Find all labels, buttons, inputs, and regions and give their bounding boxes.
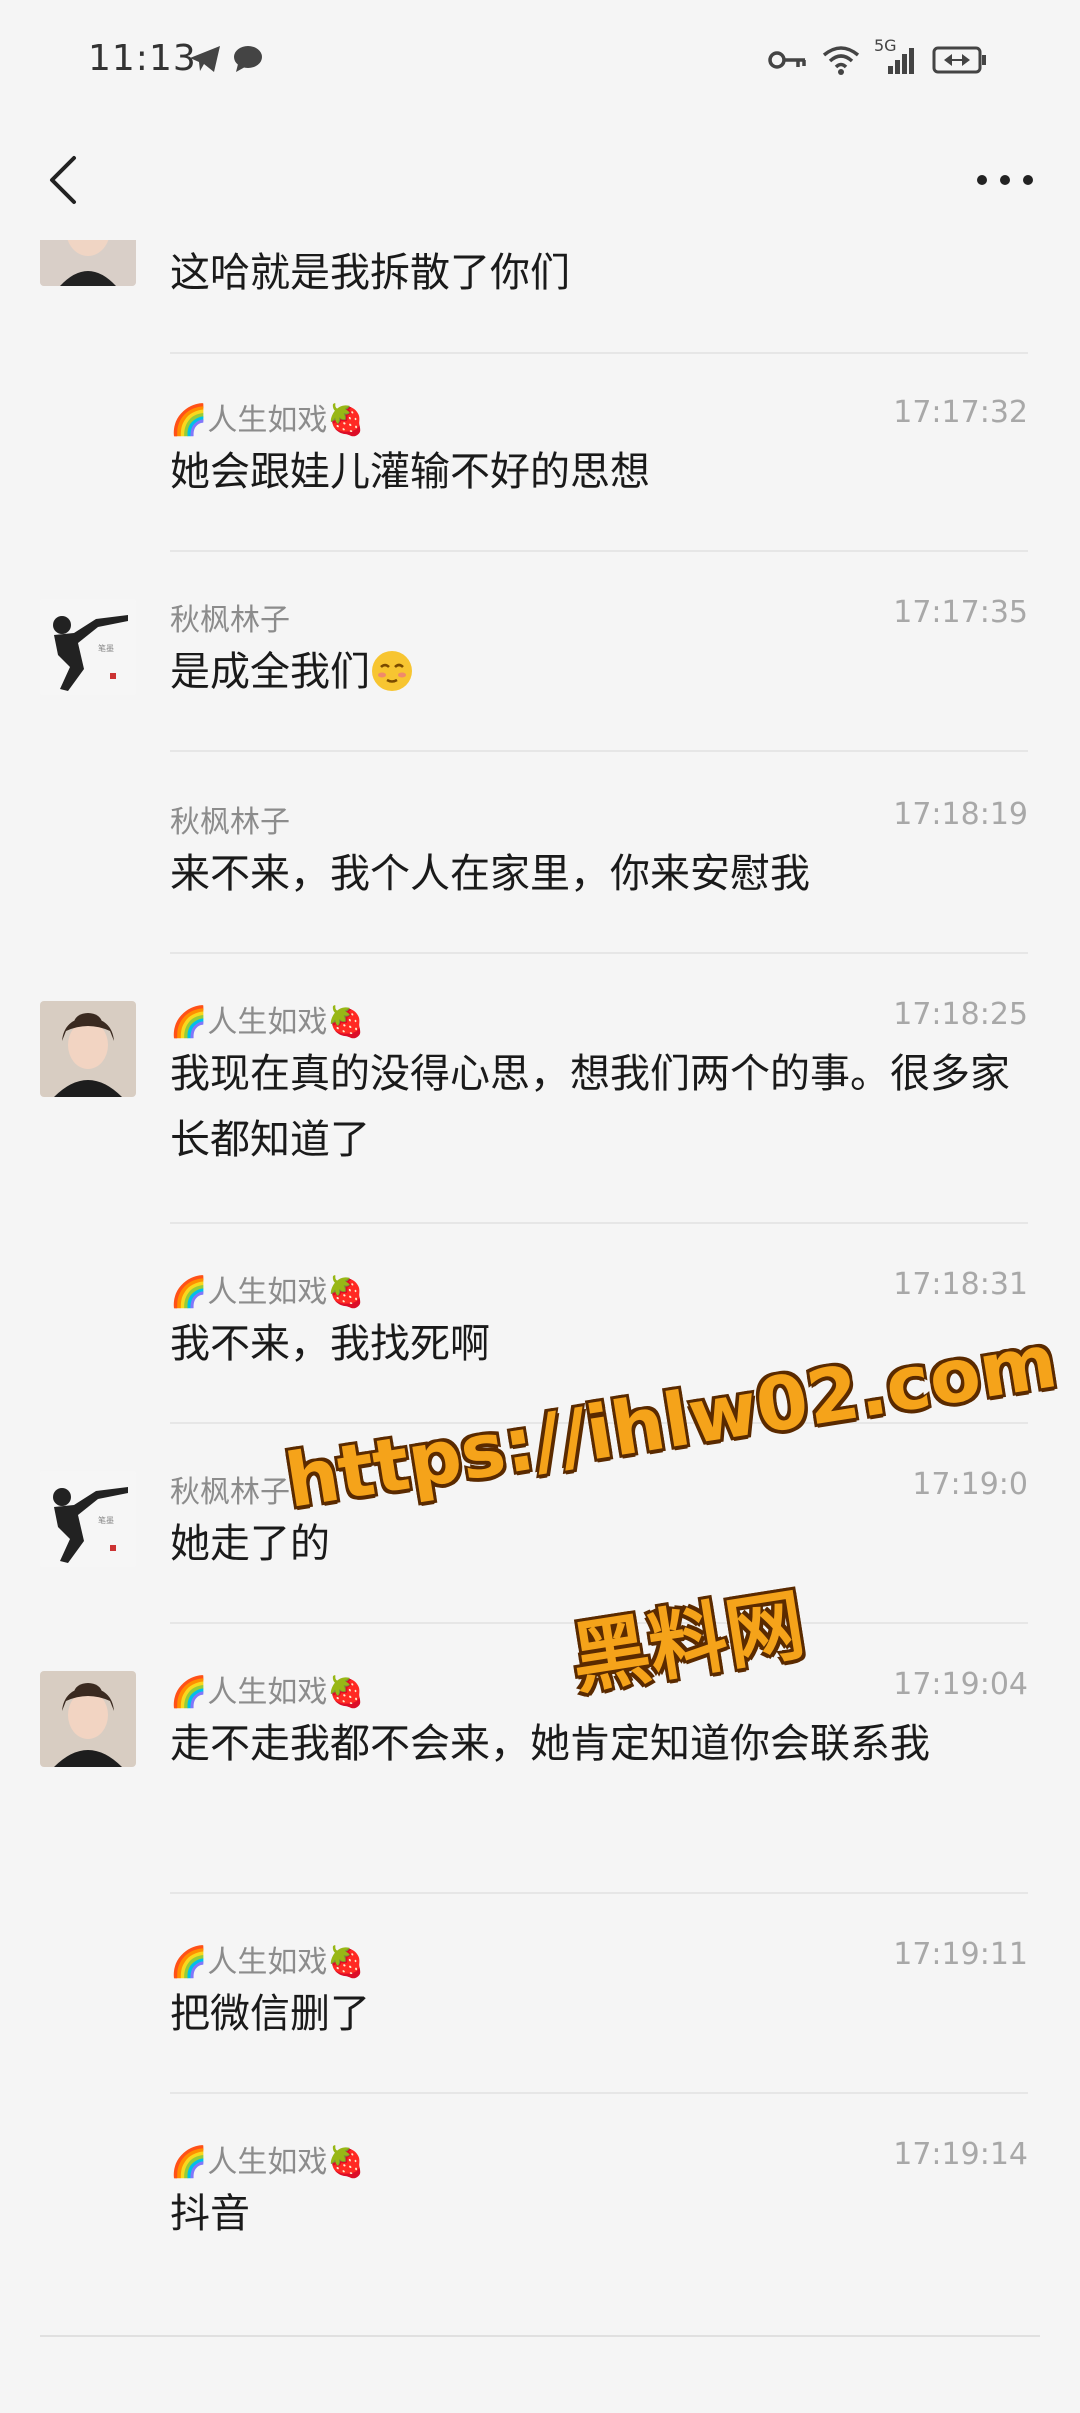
message-time: 17:18:31 — [893, 1267, 1028, 1302]
avatar[interactable] — [40, 240, 136, 286]
message-time: 17:17:32 — [893, 395, 1028, 430]
message-time: 17:19:11 — [893, 1937, 1028, 1972]
divider — [170, 750, 1028, 752]
chat-message: 🌈人生如戏🍓 17:18:31 我不来，我找死啊 — [0, 1267, 1080, 1467]
chat-bubble-icon — [234, 46, 262, 72]
chevron-left-icon[interactable] — [30, 144, 102, 216]
key-icon — [768, 51, 806, 69]
message-text: 把微信删了 — [170, 1991, 370, 2037]
message-text: 我不来，我找死啊 — [170, 1321, 490, 1367]
status-left-icons — [188, 44, 264, 74]
message-text: 抖音 — [170, 2191, 250, 2237]
telegram-icon — [190, 46, 220, 72]
chat-message: 这哈就是我拆散了你们 — [0, 240, 1080, 355]
divider — [170, 352, 1028, 354]
message-text: 来不来，我个人在家里，你来安慰我 — [170, 851, 810, 897]
message-time: 17:19:0 — [912, 1467, 1028, 1502]
chat-message: 笔墨 秋枫林子 17:17:35 是成全我们 — [0, 595, 1080, 795]
chat-message: 🌈人生如戏🍓 17:18:25 我现在真的没得心思，想我们两个的事。很多家长都知… — [0, 997, 1080, 1267]
chat-header — [0, 120, 1080, 240]
sender-name: 🌈人生如戏🍓 — [170, 1945, 365, 1980]
chat-message: 🌈人生如戏🍓 17:19:11 把微信删了 — [0, 1937, 1080, 2137]
divider — [170, 1892, 1028, 1894]
sender-name: 🌈人生如戏🍓 — [170, 1005, 365, 1040]
wifi-icon — [822, 46, 860, 75]
sender-name: 🌈人生如戏🍓 — [170, 2145, 365, 2180]
chat-message: 🌈人生如戏🍓 17:17:32 她会跟娃儿灌输不好的思想 — [0, 395, 1080, 595]
chat-message: 秋枫林子 17:18:19 来不来，我个人在家里，你来安慰我 — [0, 797, 1080, 997]
status-time: 11:13 — [88, 38, 197, 79]
message-text: 我现在真的没得心思，想我们两个的事。很多家长都知道了 — [170, 1051, 1010, 1163]
message-time: 17:17:35 — [893, 595, 1028, 630]
message-text: 她走了的 — [170, 1521, 330, 1567]
avatar[interactable]: 笔墨 — [40, 599, 136, 695]
divider — [170, 952, 1028, 954]
message-time: 17:19:14 — [893, 2137, 1028, 2172]
svg-text:笔墨: 笔墨 — [98, 1515, 114, 1525]
divider — [170, 2092, 1028, 2094]
divider — [170, 550, 1028, 552]
message-text: 她会跟娃儿灌输不好的思想 — [170, 449, 650, 495]
chat-message: 🌈人生如戏🍓 17:19:04 走不走我都不会来，她肯定知道你会联系我 — [0, 1667, 1080, 1937]
message-time: 17:19:04 — [893, 1667, 1028, 1702]
status-right-icons: 5G — [768, 36, 988, 76]
battery-charging-icon — [932, 46, 986, 74]
signal-icon: 5G — [874, 36, 918, 76]
divider — [170, 1422, 1028, 1424]
status-bar: 11:13 5G — [0, 0, 1080, 120]
message-text: 这哈就是我拆散了你们 — [170, 250, 570, 296]
divider — [170, 1222, 1028, 1224]
avatar[interactable]: 笔墨 — [40, 1471, 136, 1567]
chat-message: 🌈人生如戏🍓 17:19:14 抖音 — [0, 2137, 1080, 2337]
message-text: 是成全我们 — [170, 639, 1030, 705]
avatar[interactable] — [40, 1001, 136, 1097]
chat-history-list[interactable]: 这哈就是我拆散了你们 🌈人生如戏🍓 17:17:32 她会跟娃儿灌输不好的思想 … — [0, 240, 1080, 2413]
divider — [40, 2335, 1040, 2337]
message-text: 走不走我都不会来，她肯定知道你会联系我 — [170, 1721, 930, 1767]
message-time: 17:18:25 — [893, 997, 1028, 1032]
sender-name: 秋枫林子 — [170, 805, 290, 840]
more-dots-icon[interactable] — [970, 160, 1040, 200]
sender-name: 🌈人生如戏🍓 — [170, 1275, 365, 1310]
sender-name: 🌈人生如戏🍓 — [170, 1675, 365, 1710]
sender-name: 🌈人生如戏🍓 — [170, 403, 365, 438]
emoji-relieved — [370, 647, 414, 691]
divider — [170, 1622, 1028, 1624]
sender-name: 秋枫林子 — [170, 603, 290, 638]
avatar[interactable] — [40, 1671, 136, 1767]
svg-text:笔墨: 笔墨 — [98, 643, 114, 653]
sender-name: 秋枫林子 — [170, 1475, 290, 1510]
message-text-body: 是成全我们 — [170, 649, 370, 695]
message-time: 17:18:19 — [893, 797, 1028, 832]
chat-message: 笔墨 秋枫林子 17:19:0 她走了的 — [0, 1467, 1080, 1667]
